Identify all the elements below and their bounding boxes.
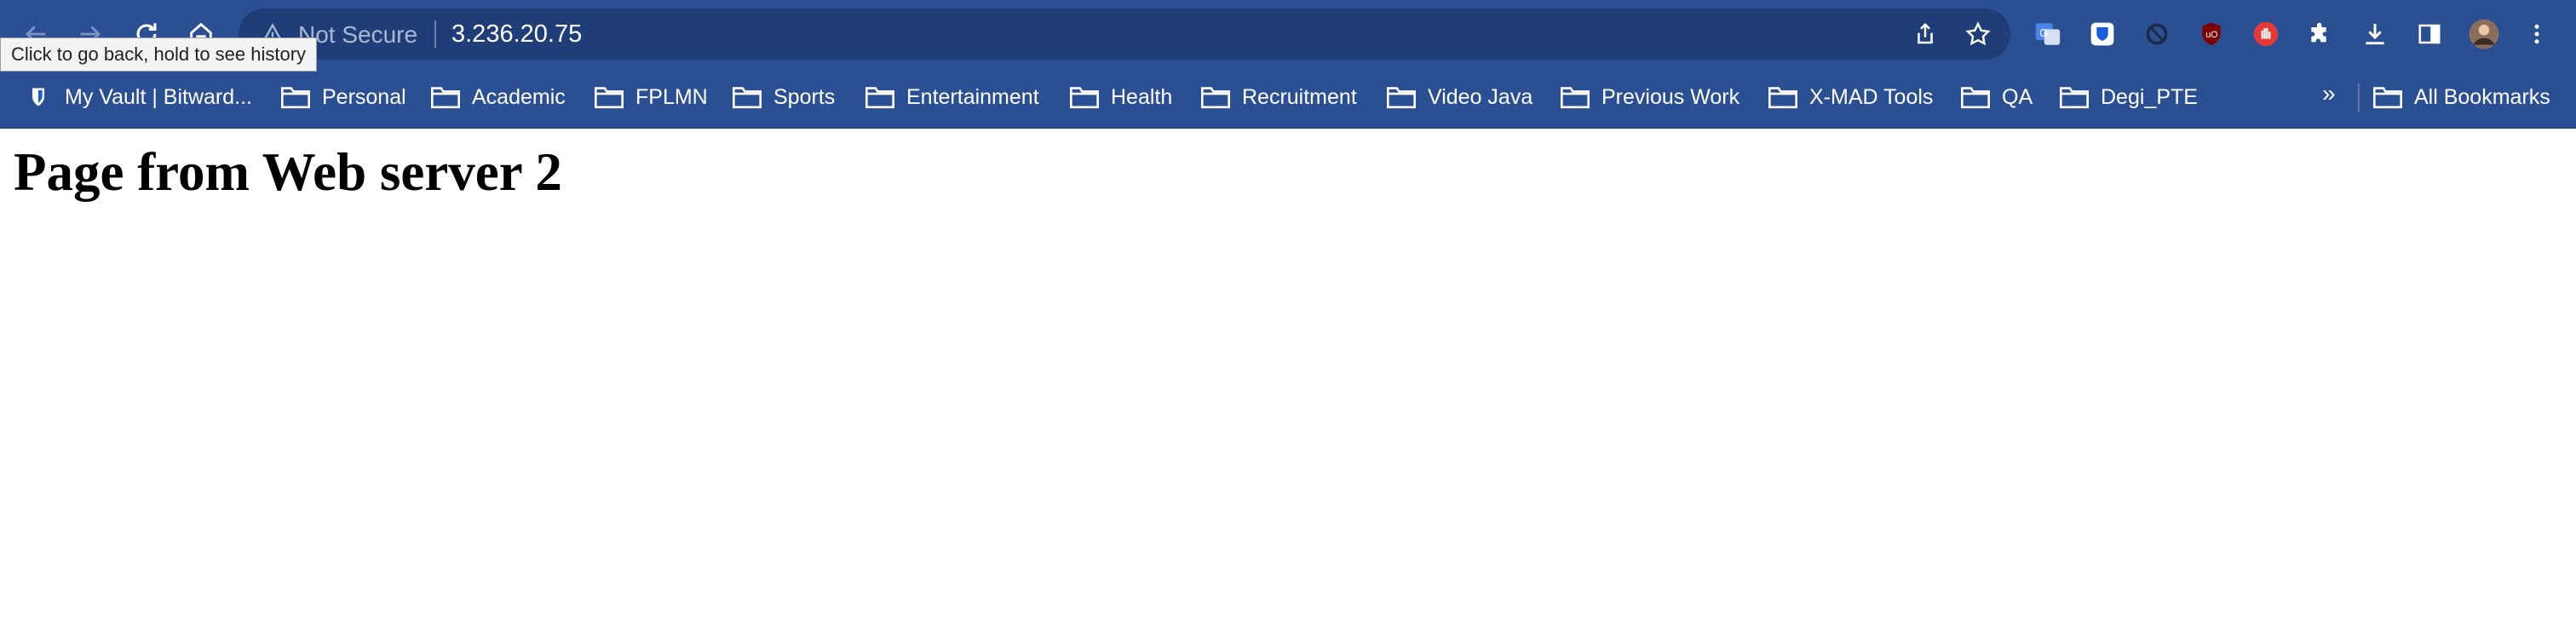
folder-icon (595, 87, 624, 109)
sync-extension-icon[interactable] (2140, 17, 2174, 51)
folder-icon (2060, 87, 2089, 109)
bookmark-label: Personal (322, 84, 406, 109)
bookmark-label: Previous Work (1601, 84, 1740, 109)
bookmark-label: QA (2002, 84, 2033, 109)
extensions-puzzle-icon[interactable] (2303, 17, 2337, 51)
star-bookmark-icon[interactable] (1963, 19, 1993, 49)
back-button-tooltip: Click to go back, hold to see history (0, 37, 318, 72)
bookmark-label: Sports (773, 84, 836, 109)
bookmark-folder-health[interactable]: Health (1070, 78, 1172, 116)
folder-icon (281, 87, 310, 109)
folder-icon (2373, 87, 2402, 109)
folder-icon (1561, 87, 1590, 109)
all-bookmarks-button[interactable]: All Bookmarks (2373, 78, 2550, 116)
folder-icon (1201, 87, 1230, 109)
download-icon[interactable] (2358, 17, 2392, 51)
bookmark-folder-fplmn[interactable]: FPLMN (595, 78, 708, 116)
bookmark-folder-academic[interactable]: Academic (431, 78, 566, 116)
google-translate-icon[interactable]: G (2031, 17, 2065, 51)
side-panel-icon[interactable] (2412, 17, 2447, 51)
bookmark-label: Degi_PTE (2101, 84, 2198, 109)
bookmark-folder-video-java[interactable]: Video Java (1387, 78, 1532, 116)
bookmark-folder-degi-pte[interactable]: Degi_PTE (2060, 78, 2198, 116)
bookmark-label: Entertainment (906, 84, 1039, 109)
bookmark-label: Recruitment (1242, 84, 1357, 109)
folder-icon (1961, 87, 1990, 109)
folder-icon (1387, 87, 1416, 109)
bookmark-label: Academic (472, 84, 566, 109)
bookmark-label: Health (1111, 84, 1173, 109)
ublock-origin-icon[interactable]: uO (2194, 17, 2228, 51)
bookmark-folder-personal[interactable]: Personal (281, 78, 406, 116)
bookmark-folder-entertainment[interactable]: Entertainment (865, 78, 1039, 116)
profile-avatar[interactable] (2467, 17, 2501, 51)
bookmark-label: My Vault | Bitward... (65, 84, 252, 109)
menu-kebab-icon[interactable] (2520, 17, 2554, 51)
browser-toolbar: Not Secure 3.236.20.75 G uO Click to go (0, 0, 2576, 72)
bookmarks-bar: My Vault | Bitward... Personal Academic … (0, 68, 2576, 129)
bookmark-label: FPLMN (635, 84, 708, 109)
bookmark-label: X-MAD Tools (1809, 84, 1934, 109)
bookmarks-divider (2358, 83, 2360, 112)
folder-icon (733, 87, 762, 109)
folder-icon (865, 87, 894, 109)
bitwarden-icon (32, 88, 44, 106)
share-icon[interactable] (1910, 19, 1941, 49)
page-heading: Page from Web server 2 (14, 142, 562, 202)
bookmark-folder-recruitment[interactable]: Recruitment (1201, 78, 1357, 116)
bookmark-folder-qa[interactable]: QA (1961, 78, 2033, 116)
bookmarks-overflow-chevron-icon[interactable]: » (2322, 80, 2336, 107)
bookmark-folder-x-mad-tools[interactable]: X-MAD Tools (1768, 78, 1933, 116)
bitwarden-extension-icon[interactable] (2085, 17, 2119, 51)
folder-icon (431, 87, 460, 109)
folder-icon (1768, 87, 1797, 109)
svg-text:G: G (2039, 26, 2048, 39)
all-bookmarks-label: All Bookmarks (2414, 84, 2550, 109)
address-bar[interactable]: Not Secure 3.236.20.75 (239, 9, 2010, 60)
svg-text:uO: uO (2205, 30, 2217, 40)
omnibox-divider (434, 20, 436, 48)
folder-icon (1070, 87, 1099, 109)
stop-hand-extension-icon[interactable] (2249, 17, 2283, 51)
bookmark-my-vault[interactable]: My Vault | Bitward... (24, 78, 252, 116)
bookmark-folder-sports[interactable]: Sports (733, 78, 835, 116)
bookmark-label: Video Java (1428, 84, 1533, 109)
bookmark-folder-previous-work[interactable]: Previous Work (1561, 78, 1739, 116)
url-text[interactable]: 3.236.20.75 (451, 20, 582, 49)
